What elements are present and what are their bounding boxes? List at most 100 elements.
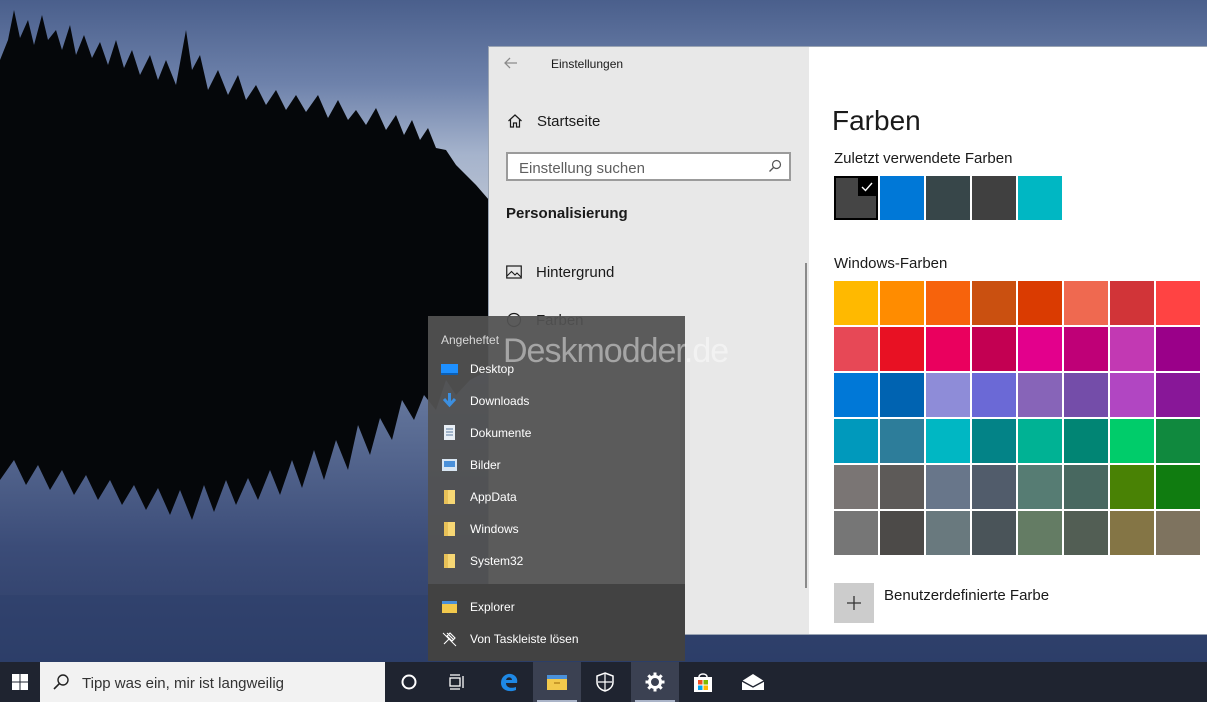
windows-security-button[interactable] — [581, 662, 629, 702]
taskbar-search[interactable] — [40, 662, 385, 702]
file-explorer-button[interactable] — [533, 662, 581, 702]
jump-list-label: Bilder — [470, 458, 501, 472]
windows-color-swatch[interactable] — [1156, 465, 1200, 509]
jump-list-item-windows[interactable]: Windows — [441, 519, 519, 539]
windows-color-swatch[interactable] — [1110, 465, 1154, 509]
windows-color-swatch[interactable] — [1110, 419, 1154, 463]
windows-color-swatch[interactable] — [1110, 327, 1154, 371]
jump-list-label: Dokumente — [470, 426, 532, 440]
windows-color-swatch[interactable] — [1110, 511, 1154, 555]
jump-list-item-downloads[interactable]: Downloads — [441, 391, 529, 411]
nav-scrollbar[interactable] — [805, 263, 807, 588]
recent-colors-row — [834, 176, 1062, 220]
windows-color-swatch[interactable] — [834, 419, 878, 463]
pictures-folder-icon — [442, 459, 457, 471]
recent-color-swatch[interactable] — [972, 176, 1016, 220]
windows-color-swatch[interactable] — [880, 511, 924, 555]
cortana-button[interactable] — [385, 662, 433, 702]
windows-color-swatch[interactable] — [880, 373, 924, 417]
custom-color-button[interactable]: Benutzerdefinierte Farbe — [834, 583, 1049, 623]
desktop-folder-icon — [441, 364, 458, 375]
windows-color-swatch[interactable] — [926, 281, 970, 325]
nav-item-hintergrund[interactable]: Hintergrund — [506, 261, 614, 283]
windows-color-swatch[interactable] — [1018, 465, 1062, 509]
recent-color-swatch[interactable] — [926, 176, 970, 220]
plus-icon — [847, 596, 861, 610]
windows-color-swatch[interactable] — [834, 373, 878, 417]
section-title: Personalisierung — [506, 205, 628, 222]
windows-color-swatch[interactable] — [1064, 327, 1108, 371]
start-button[interactable] — [0, 662, 40, 702]
jump-list-item-unpin[interactable]: Von Taskleiste lösen — [441, 629, 579, 649]
jump-list-item-dokumente[interactable]: Dokumente — [441, 423, 531, 443]
plus-button[interactable] — [834, 583, 874, 623]
settings-search[interactable] — [506, 152, 791, 181]
windows-color-swatch[interactable] — [1064, 511, 1108, 555]
jump-list-label: Downloads — [470, 394, 530, 408]
edge-button[interactable] — [485, 662, 533, 702]
jump-list-label: Windows — [470, 522, 519, 536]
windows-color-swatch[interactable] — [1110, 281, 1154, 325]
windows-color-swatch[interactable] — [1018, 327, 1062, 371]
windows-color-swatch[interactable] — [972, 373, 1016, 417]
settings-content: Farben Zuletzt verwendete Farben Windows… — [809, 47, 1207, 634]
windows-color-swatch[interactable] — [1018, 373, 1062, 417]
recent-color-swatch[interactable] — [1018, 176, 1062, 220]
windows-color-swatch[interactable] — [926, 419, 970, 463]
settings-button[interactable] — [631, 662, 679, 702]
windows-color-swatch[interactable] — [880, 419, 924, 463]
nav-item-label: Hintergrund — [536, 263, 615, 281]
jump-list-item-appdata[interactable]: AppData — [441, 487, 517, 507]
windows-color-swatch[interactable] — [834, 465, 878, 509]
windows-color-swatch[interactable] — [926, 373, 970, 417]
file-explorer-icon — [547, 675, 567, 690]
windows-color-swatch[interactable] — [1018, 419, 1062, 463]
recent-color-swatch[interactable] — [834, 176, 878, 220]
windows-color-swatch[interactable] — [880, 465, 924, 509]
taskbar-search-input[interactable] — [80, 672, 374, 694]
windows-color-swatch[interactable] — [1156, 511, 1200, 555]
windows-color-swatch[interactable] — [926, 511, 970, 555]
jump-list-item-system32[interactable]: System32 — [441, 551, 523, 571]
jump-list-item-bilder[interactable]: Bilder — [441, 455, 501, 475]
back-button[interactable] — [503, 55, 527, 77]
windows-color-swatch[interactable] — [1156, 419, 1200, 463]
windows-color-swatch[interactable] — [834, 281, 878, 325]
folder-icon — [444, 554, 455, 568]
windows-color-swatch[interactable] — [972, 511, 1016, 555]
mail-button[interactable] — [729, 662, 777, 702]
task-view-button[interactable] — [433, 662, 481, 702]
windows-color-swatch[interactable] — [1018, 511, 1062, 555]
windows-color-swatch[interactable] — [926, 327, 970, 371]
store-button[interactable] — [679, 662, 727, 702]
taskbar — [0, 662, 1207, 702]
windows-color-swatch[interactable] — [1064, 373, 1108, 417]
windows-color-swatch[interactable] — [880, 327, 924, 371]
jump-list-item-explorer[interactable]: Explorer — [441, 597, 515, 617]
recent-color-swatch[interactable] — [880, 176, 924, 220]
windows-color-swatch[interactable] — [972, 419, 1016, 463]
windows-color-swatch[interactable] — [972, 327, 1016, 371]
unpin-icon — [442, 632, 457, 647]
windows-color-swatch[interactable] — [1018, 281, 1062, 325]
windows-color-swatch[interactable] — [1156, 373, 1200, 417]
search-icon — [769, 159, 782, 172]
windows-color-swatch[interactable] — [1064, 465, 1108, 509]
windows-color-swatch[interactable] — [834, 511, 878, 555]
windows-color-swatch[interactable] — [1064, 281, 1108, 325]
picture-icon — [506, 265, 522, 279]
window-title: Einstellungen — [551, 57, 624, 71]
jump-list-label: Explorer — [470, 600, 515, 614]
windows-color-swatch[interactable] — [972, 281, 1016, 325]
windows-color-swatch[interactable] — [834, 327, 878, 371]
task-view-icon — [449, 674, 464, 690]
windows-color-swatch[interactable] — [880, 281, 924, 325]
windows-color-swatch[interactable] — [1064, 419, 1108, 463]
windows-color-swatch[interactable] — [1110, 373, 1154, 417]
settings-search-input[interactable] — [517, 157, 761, 179]
windows-color-swatch[interactable] — [926, 465, 970, 509]
windows-color-swatch[interactable] — [1156, 281, 1200, 325]
windows-color-swatch[interactable] — [972, 465, 1016, 509]
windows-color-swatch[interactable] — [1156, 327, 1200, 371]
nav-home[interactable]: Startseite — [507, 110, 600, 132]
